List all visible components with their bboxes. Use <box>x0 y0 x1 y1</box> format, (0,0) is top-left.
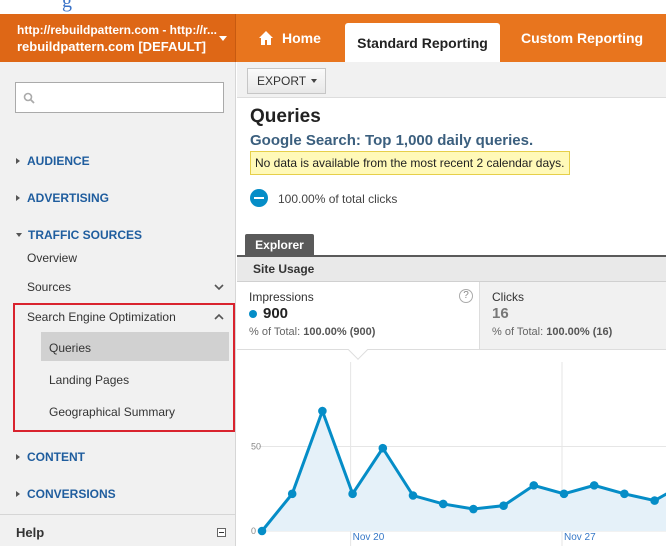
triangle-down-icon <box>16 233 22 237</box>
x-tick-label: Nov 27 <box>564 532 596 543</box>
search-icon <box>23 92 35 104</box>
sidebar-item-label: ADVERTISING <box>27 191 110 205</box>
triangle-right-icon <box>16 158 20 164</box>
sidebar-item-label: AUDIENCE <box>27 154 90 168</box>
collapse-icon[interactable] <box>217 528 226 537</box>
data-point <box>287 489 297 499</box>
metric-label: Impressions <box>249 290 314 304</box>
data-point <box>378 443 388 453</box>
tab-standard-reporting[interactable]: Standard Reporting <box>345 23 500 62</box>
divider <box>0 514 236 515</box>
data-point <box>589 481 599 490</box>
y-tick-label: 0 <box>251 526 256 536</box>
tab-custom-label: Custom Reporting <box>521 30 644 46</box>
metric-clicks[interactable]: Clicks 16 % of Total: 100.00% (16) <box>480 282 666 350</box>
google-logo-fragment: g <box>62 0 72 12</box>
y-tick-label: 50 <box>251 442 261 452</box>
home-icon <box>259 31 273 45</box>
series-dot-icon <box>249 310 257 318</box>
sidebar-item-seo[interactable]: Search Engine Optimization <box>27 310 176 324</box>
account-selector[interactable]: http://rebuildpattern.com - http://r... … <box>0 14 236 62</box>
metric-sub-prefix: % of Total: <box>492 326 547 338</box>
x-tick-label: Nov 20 <box>353 532 385 543</box>
sidebar-item-landing-pages[interactable]: Landing Pages <box>49 373 129 387</box>
tab-home[interactable]: Home <box>258 14 321 62</box>
sidebar-item-label: TRAFFIC SOURCES <box>28 228 142 242</box>
account-profile: rebuildpattern.com [DEFAULT] <box>17 39 206 54</box>
subtab-site-usage[interactable]: Site Usage <box>253 262 314 276</box>
search-input[interactable] <box>15 82 224 113</box>
metric-percent-of-total: % of Total: 100.00% (900) <box>249 326 375 338</box>
sidebar-item-overview[interactable]: Overview <box>27 251 77 265</box>
segment-icon[interactable] <box>250 189 268 207</box>
help-heading: Help <box>16 525 45 540</box>
sidebar-item-content[interactable]: CONTENT <box>16 450 85 464</box>
tab-standard-label: Standard Reporting <box>357 34 488 51</box>
tab-custom-reporting[interactable]: Custom Reporting <box>521 14 643 62</box>
help-icon[interactable]: ? <box>459 289 473 303</box>
metric-label: Clicks <box>492 290 524 304</box>
chevron-up-icon[interactable] <box>214 313 224 321</box>
sidebar-item-sources[interactable]: Sources <box>27 280 71 294</box>
sidebar-item-audience[interactable]: AUDIENCE <box>16 154 90 168</box>
chevron-down-icon <box>219 36 227 41</box>
data-point <box>529 481 539 490</box>
chevron-down-icon[interactable] <box>214 283 224 291</box>
chevron-down-icon <box>311 79 318 83</box>
series-area <box>262 411 666 531</box>
data-notice: No data is available from the most recen… <box>250 151 570 175</box>
sidebar-item-label: CONVERSIONS <box>27 487 116 501</box>
segment-percentage: 100.00% of total clicks <box>278 192 398 206</box>
tab-home-label: Home <box>282 30 321 46</box>
sidebar-item-geographical-summary[interactable]: Geographical Summary <box>49 405 175 419</box>
metric-sub-value: 100.00% (900) <box>303 326 376 338</box>
metric-sub-prefix: % of Total: <box>249 326 304 338</box>
sidebar: AUDIENCE ADVERTISING TRAFFIC SOURCES Ove… <box>0 62 236 546</box>
sidebar-item-label: CONTENT <box>27 450 85 464</box>
impressions-chart[interactable]: 0 50 Nov 20 Nov 27 <box>237 362 666 546</box>
sidebar-item-queries[interactable]: Queries <box>49 341 91 355</box>
logo-strip: g <box>0 0 666 14</box>
data-point <box>438 499 448 509</box>
data-point <box>318 406 327 416</box>
data-point <box>559 489 569 499</box>
metric-value: 16 <box>492 305 509 322</box>
export-label: EXPORT <box>257 74 307 88</box>
data-point <box>499 501 508 510</box>
data-point <box>650 496 659 505</box>
triangle-right-icon <box>16 491 20 497</box>
top-header: http://rebuildpattern.com - http://r... … <box>0 14 666 62</box>
account-url: http://rebuildpattern.com - http://r... <box>17 23 217 37</box>
triangle-right-icon <box>16 195 20 201</box>
data-point <box>620 489 629 499</box>
metric-value: 900 <box>263 305 289 322</box>
data-point <box>469 504 478 514</box>
page-title: Queries <box>250 106 321 127</box>
data-point <box>257 526 267 536</box>
sidebar-item-advertising[interactable]: ADVERTISING <box>16 191 109 205</box>
triangle-right-icon <box>16 454 20 460</box>
sidebar-item-traffic-sources[interactable]: TRAFFIC SOURCES <box>16 228 142 242</box>
sidebar-item-conversions[interactable]: CONVERSIONS <box>16 487 116 501</box>
metric-percent-of-total: % of Total: 100.00% (16) <box>492 326 612 338</box>
tab-explorer[interactable]: Explorer <box>245 234 314 255</box>
export-button[interactable]: EXPORT <box>247 68 326 94</box>
data-point <box>348 489 357 499</box>
page-subtitle: Google Search: Top 1,000 daily queries. <box>250 132 534 149</box>
report-area: EXPORT Queries Google Search: Top 1,000 … <box>237 62 666 546</box>
metric-sub-value: 100.00% (16) <box>546 326 613 338</box>
toolbar: EXPORT <box>237 62 666 98</box>
subtab-bar: Site Usage <box>237 257 666 282</box>
data-point <box>408 491 418 500</box>
